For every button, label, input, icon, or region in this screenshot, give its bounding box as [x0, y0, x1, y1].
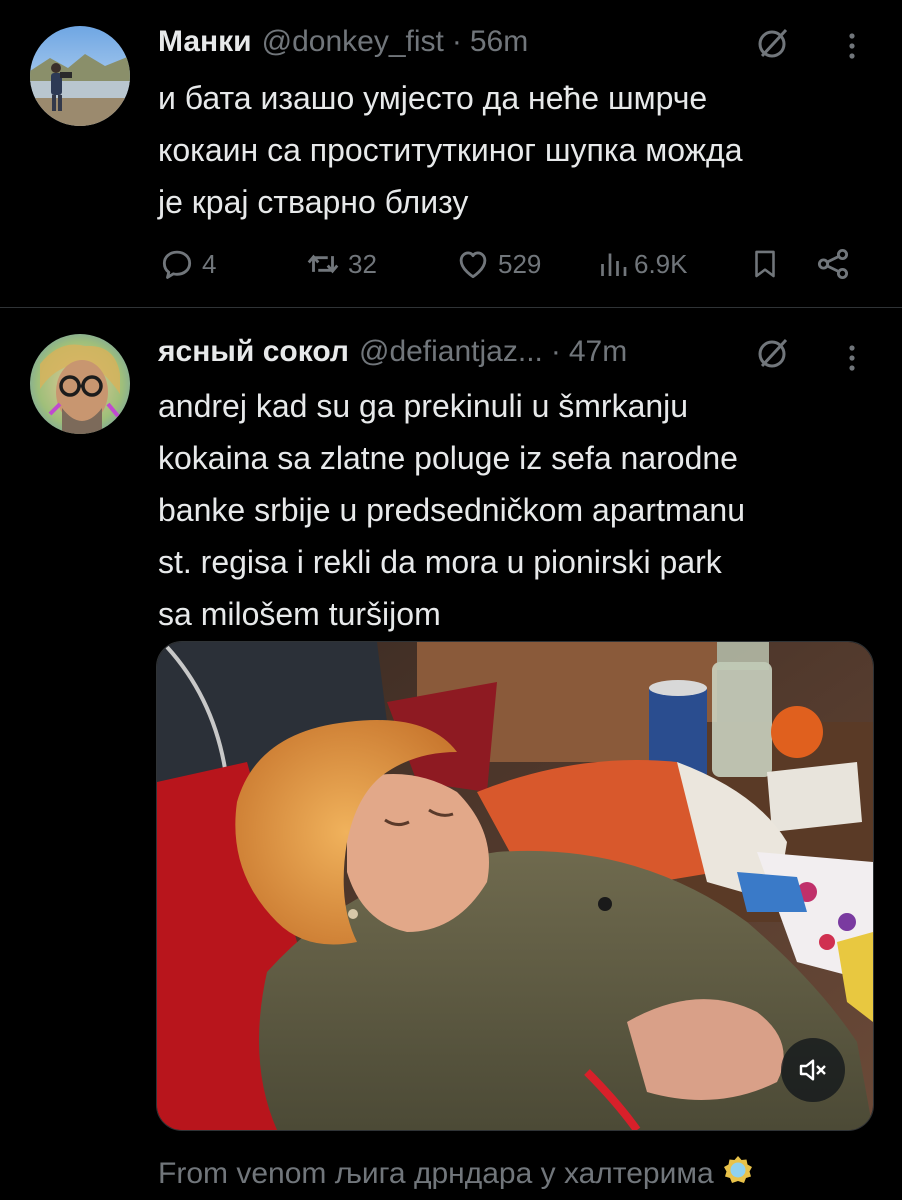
avatar[interactable]: [30, 334, 130, 434]
author-handle[interactable]: @donkey_fist: [262, 25, 444, 59]
retweet-button[interactable]: 32: [304, 244, 377, 284]
avatar[interactable]: [30, 26, 130, 126]
attribution-text: From venom љига дрндара у халтерима: [158, 1157, 714, 1190]
author-name[interactable]: ясный сокол: [158, 335, 349, 369]
author-handle[interactable]: @defiantjaz...: [359, 335, 543, 369]
bookmark-button[interactable]: [748, 244, 782, 284]
mute-toggle-button[interactable]: [781, 1038, 845, 1102]
tweet-text: andrej kad su ga prekinuli u šmrkanju ko…: [158, 380, 878, 640]
like-count: 529: [498, 248, 542, 279]
tweet-text-line: и бата изашо умјесто да неће шмрче: [158, 80, 708, 116]
tweet-header: ясный сокол @defiantjaz... · 47m: [158, 332, 627, 372]
video-frame: [157, 642, 873, 1130]
reply-count: 4: [202, 248, 217, 279]
tweet-text-line: banke srbije u predsedničkom apartmanu: [158, 492, 745, 528]
tweet-text-line: kokaina sa zlatne poluge iz sefa narodne: [158, 440, 738, 476]
tweet-1[interactable]: Манки @donkey_fist · 56m и бата изашо ум…: [0, 0, 902, 308]
action-bar: 4 32 529 6.9K: [158, 244, 868, 284]
retweet-icon: [307, 254, 339, 274]
tweet-2[interactable]: ясный сокол @defiantjaz... · 47m andrej …: [0, 308, 902, 1200]
bookmark-icon: [755, 250, 775, 278]
tweet-text-line: кокаин са проституткиног шупка можда: [158, 132, 743, 168]
separator-dot: ·: [451, 25, 462, 58]
avatar-image: [30, 26, 130, 126]
reply-icon: [162, 250, 192, 279]
tweet-header: Манки @donkey_fist · 56m: [158, 22, 528, 62]
muted-icon[interactable]: [752, 334, 792, 374]
timestamp[interactable]: 47m: [569, 335, 627, 369]
video-player[interactable]: [156, 641, 874, 1131]
tweet-text: и бата изашо умјесто да неће шмрче кокаи…: [158, 72, 878, 228]
tweet-text-line: sa milošem turšijom: [158, 596, 441, 632]
share-button[interactable]: [814, 244, 852, 284]
retweet-count: 32: [348, 248, 377, 279]
tweet-text-line: andrej kad su ga prekinuli u šmrkanju: [158, 388, 689, 424]
views-button[interactable]: 6.9K: [598, 244, 688, 284]
share-icon: [817, 248, 849, 280]
timestamp[interactable]: 56m: [470, 25, 528, 59]
separator-dot: ·: [550, 335, 561, 368]
views-count: 6.9K: [634, 248, 688, 279]
more-icon[interactable]: [842, 26, 862, 66]
muted-icon[interactable]: [752, 24, 792, 64]
tweet-text-line: је крај стварно близу: [158, 184, 469, 220]
volume-muted-icon: [799, 1059, 826, 1081]
media-attribution[interactable]: From venom љига дрндара у халтерима: [158, 1154, 754, 1194]
like-icon: [459, 251, 487, 279]
views-icon: [601, 253, 627, 276]
reply-button[interactable]: 4: [158, 244, 216, 284]
avatar-image: [30, 334, 130, 434]
badge-icon: [722, 1154, 754, 1194]
author-name[interactable]: Манки: [158, 25, 252, 59]
like-button[interactable]: 529: [454, 244, 541, 284]
tweet-text-line: st. regisa i rekli da mora u pionirski p…: [158, 544, 722, 580]
more-icon[interactable]: [842, 338, 862, 378]
